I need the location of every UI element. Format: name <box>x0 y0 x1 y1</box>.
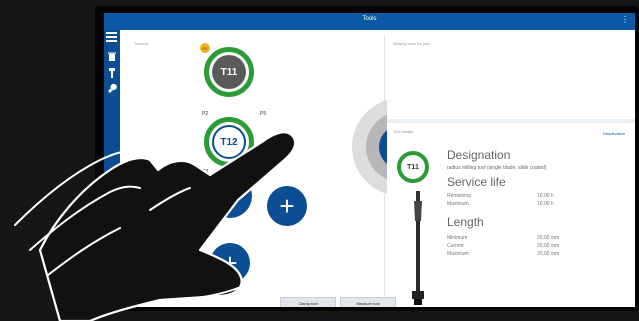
designation-heading: Designation <box>447 148 511 162</box>
restore-link[interactable]: Deactivation <box>603 131 625 136</box>
measure-tool-button[interactable]: Measure tool <box>340 297 396 307</box>
kv-key: Current <box>447 243 464 249</box>
slot-label-p2: P2 <box>202 111 209 117</box>
designation-text: radius milling tool (single blade, slide… <box>447 165 547 171</box>
app-title: Tools <box>362 16 377 22</box>
length-current: Current 20,00 mm <box>447 243 559 249</box>
kv-value: 20,00 mm <box>537 235 560 241</box>
length-heading: Length <box>447 215 484 229</box>
length-minimum: Minimum 20,00 mm <box>447 235 559 241</box>
add-tool-button[interactable]: + <box>210 243 250 283</box>
add-tool-button[interactable]: + <box>267 186 307 226</box>
kv-key: Maximum <box>447 201 469 207</box>
slot-label-p5: P5 <box>260 111 267 117</box>
kv-key: Remaining <box>447 193 471 199</box>
service-life-heading: Service life <box>447 175 506 189</box>
kv-key: Maximum <box>447 251 469 257</box>
kv-value: 10:00 h <box>537 201 554 207</box>
app-screen: Tools ⋮ Toolsets T11 P1 P2 T12 P5 P3 + +… <box>104 13 635 307</box>
tool-name: T12 <box>212 125 246 159</box>
missing-tools-label: Missing tools for jobs <box>393 41 431 46</box>
drill-bit-image <box>412 191 424 305</box>
tool-slot-t12[interactable]: T12 <box>204 117 254 167</box>
wrench-icon[interactable] <box>107 83 117 94</box>
missing-tools-panel: Missing tools for jobs <box>387 35 635 123</box>
tool-badge: T11 <box>397 151 429 183</box>
service-remaining: Remaining 10:00 h <box>447 193 554 199</box>
kv-value: 20,00 mm <box>537 243 560 249</box>
service-maximum: Maximum 10:00 h <box>447 201 554 207</box>
clamp-tool-button[interactable]: Clamp tool <box>280 297 336 307</box>
trash-icon[interactable] <box>107 52 117 62</box>
tool-details-label: Tool details <box>393 129 414 134</box>
slot-badge: P1 <box>200 43 210 53</box>
kv-value: 10:00 h <box>537 193 554 199</box>
tool-icon[interactable] <box>107 68 117 78</box>
title-bar: Tools ⋮ <box>104 13 635 30</box>
kv-value: 30,00 mm <box>537 251 560 257</box>
more-vertical-icon[interactable]: ⋮ <box>621 15 629 24</box>
tool-name: T11 <box>212 55 246 89</box>
length-maximum: Maximum 30,00 mm <box>447 251 559 257</box>
tool-slot-t11[interactable]: T11 <box>204 47 254 97</box>
tool-badge-label: T11 <box>407 163 419 171</box>
toolsets-label: Toolsets <box>134 41 149 46</box>
kv-key: Minimum <box>447 235 468 241</box>
slot-label-p3: P3 <box>202 169 209 175</box>
toolsets-panel: Toolsets <box>124 35 385 307</box>
menu-icon[interactable] <box>106 32 117 42</box>
tool-details-panel: Tool details Deactivation T11 Designatio… <box>387 123 635 307</box>
tool-slot-p3[interactable] <box>208 174 252 218</box>
sidebar <box>104 30 120 307</box>
